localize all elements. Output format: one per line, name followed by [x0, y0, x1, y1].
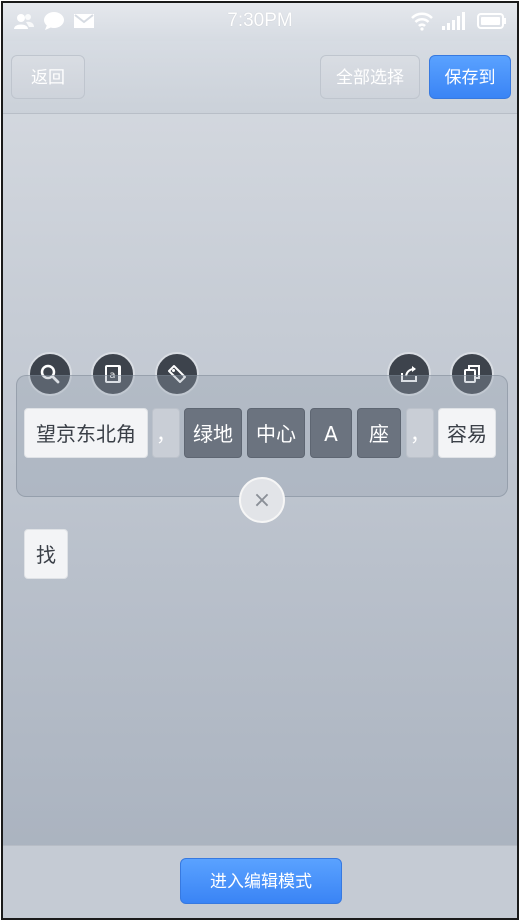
status-right-icons [411, 11, 507, 31]
token-word-selected[interactable]: A [310, 408, 352, 458]
token-word[interactable]: 找 [24, 529, 68, 579]
token-punctuation[interactable]: ， [406, 408, 434, 458]
phone-screen: 7:30PM 返回 全部选择 保存到 a 望京东北角 ， 绿地 中心 A 座 ，… [1, 1, 519, 920]
edit-mode-button[interactable]: 进入编辑模式 [180, 858, 342, 904]
wifi-icon [411, 12, 433, 31]
close-selection-button[interactable]: × [239, 477, 285, 523]
bottom-bar: 进入编辑模式 [3, 845, 517, 918]
token-word-selected[interactable]: 绿地 [184, 408, 242, 458]
token-word-selected[interactable]: 中心 [247, 408, 305, 458]
status-bar: 7:30PM [3, 3, 517, 41]
top-toolbar: 返回 全部选择 保存到 [3, 41, 517, 114]
token-punctuation[interactable]: ， [152, 408, 180, 458]
select-all-button[interactable]: 全部选择 [320, 55, 420, 99]
battery-icon [477, 13, 506, 29]
token-word[interactable]: 容易 [438, 408, 496, 458]
close-icon: × [252, 487, 272, 513]
token-word[interactable]: 望京东北角 [24, 408, 148, 458]
token-word-selected[interactable]: 座 [357, 408, 401, 458]
back-button[interactable]: 返回 [11, 55, 85, 99]
save-to-button[interactable]: 保存到 [429, 55, 511, 99]
signal-icon [442, 12, 465, 30]
